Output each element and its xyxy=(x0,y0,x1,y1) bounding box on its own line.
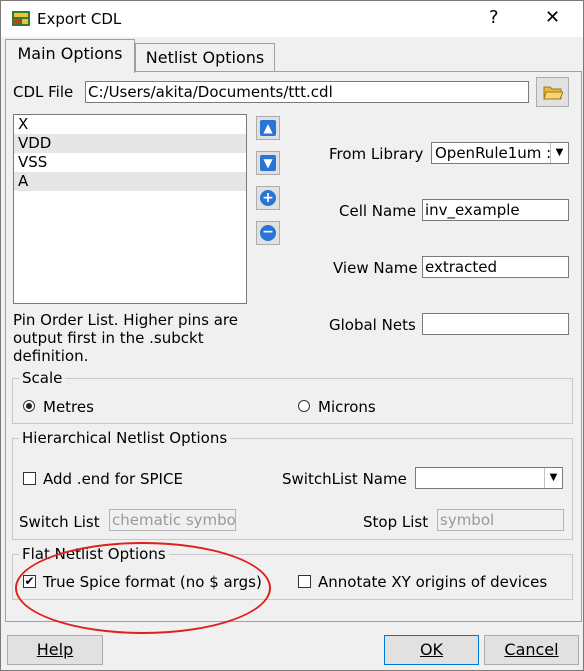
microns-radio[interactable] xyxy=(298,400,310,412)
help-line: definition. xyxy=(13,347,89,365)
chevron-down-icon[interactable]: ▼ xyxy=(550,143,568,163)
help-line: output first in the .subckt xyxy=(13,329,204,347)
title-bar: Export CDL ? ✕ xyxy=(1,1,583,37)
scale-group-title: Scale xyxy=(19,369,66,387)
move-down-button[interactable]: ▼ xyxy=(256,151,280,175)
ok-button[interactable]: OK xyxy=(384,635,479,665)
plus-icon: + xyxy=(260,190,276,206)
from-library-value: OpenRule1um : xyxy=(435,144,552,162)
pin-order-list[interactable]: X VDD VSS A xyxy=(13,114,247,304)
tab-netlist-options[interactable]: Netlist Options xyxy=(135,43,275,72)
close-button[interactable]: ✕ xyxy=(545,8,560,28)
help-line: Pin Order List. Higher pins are xyxy=(13,311,238,329)
window-title: Export CDL xyxy=(37,10,122,28)
switch-list-input[interactable]: chematic symbol xyxy=(109,509,236,531)
chevron-down-icon[interactable]: ▼ xyxy=(544,468,562,488)
global-nets-label: Global Nets xyxy=(329,316,416,334)
tab-main-options[interactable]: Main Options xyxy=(5,39,135,73)
cancel-button[interactable]: Cancel xyxy=(484,635,579,665)
pin-order-help: Pin Order List. Higher pins are output f… xyxy=(13,311,263,365)
arrow-down-icon: ▼ xyxy=(260,155,276,171)
view-name-label: View Name xyxy=(333,259,418,277)
cell-name-label: Cell Name xyxy=(339,202,417,220)
list-item[interactable]: A xyxy=(14,172,246,191)
list-item[interactable]: VSS xyxy=(14,153,246,172)
view-name-input[interactable]: extracted xyxy=(422,256,569,278)
cdl-file-label: CDL File xyxy=(13,83,74,101)
scale-group xyxy=(12,378,573,424)
cancel-button-label: Cancel xyxy=(504,640,559,659)
radio-dot xyxy=(26,403,32,409)
remove-pin-button[interactable]: − xyxy=(256,221,280,245)
arrow-up-icon: ▲ xyxy=(260,120,276,136)
list-item[interactable]: VDD xyxy=(14,134,246,153)
list-item[interactable]: X xyxy=(14,115,246,134)
app-icon xyxy=(12,11,30,26)
switchlist-name-select[interactable]: ▼ xyxy=(415,467,563,489)
from-library-label: From Library xyxy=(329,145,424,163)
annotate-xy-checkbox[interactable] xyxy=(298,575,311,588)
move-up-button[interactable]: ▲ xyxy=(256,116,280,140)
stop-list-label: Stop List xyxy=(363,513,429,531)
ok-button-label: OK xyxy=(419,640,444,659)
help-button[interactable]: Help xyxy=(7,635,103,665)
from-library-select[interactable]: OpenRule1um : ▼ xyxy=(431,142,569,164)
cdl-file-input[interactable]: C:/Users/akita/Documents/ttt.cdl xyxy=(85,81,529,103)
browse-button[interactable] xyxy=(536,77,569,107)
help-button-label: Help xyxy=(36,640,74,659)
metres-radio[interactable] xyxy=(23,400,35,412)
add-end-label[interactable]: Add .end for SPICE xyxy=(43,470,183,488)
add-end-checkbox[interactable] xyxy=(23,472,36,485)
annotate-xy-label[interactable]: Annotate XY origins of devices xyxy=(318,573,547,591)
add-pin-button[interactable]: + xyxy=(256,186,280,210)
help-title-button[interactable]: ? xyxy=(489,8,499,28)
microns-label[interactable]: Microns xyxy=(318,398,376,416)
export-cdl-dialog: Export CDL ? ✕ Main Options Netlist Opti… xyxy=(0,0,584,671)
global-nets-input[interactable] xyxy=(422,313,569,335)
stop-list-input[interactable]: symbol xyxy=(437,509,564,531)
switch-list-label: Switch List xyxy=(19,513,100,531)
hierarchical-group-title: Hierarchical Netlist Options xyxy=(19,429,231,447)
highlight-ellipse xyxy=(15,542,271,634)
minus-icon: − xyxy=(260,225,276,241)
metres-label[interactable]: Metres xyxy=(43,398,94,416)
cell-name-input[interactable]: inv_example xyxy=(422,199,569,221)
tab-label: Main Options xyxy=(17,44,123,63)
folder-icon xyxy=(543,84,564,104)
switchlist-name-label: SwitchList Name xyxy=(282,470,407,488)
tab-label: Netlist Options xyxy=(145,48,265,67)
